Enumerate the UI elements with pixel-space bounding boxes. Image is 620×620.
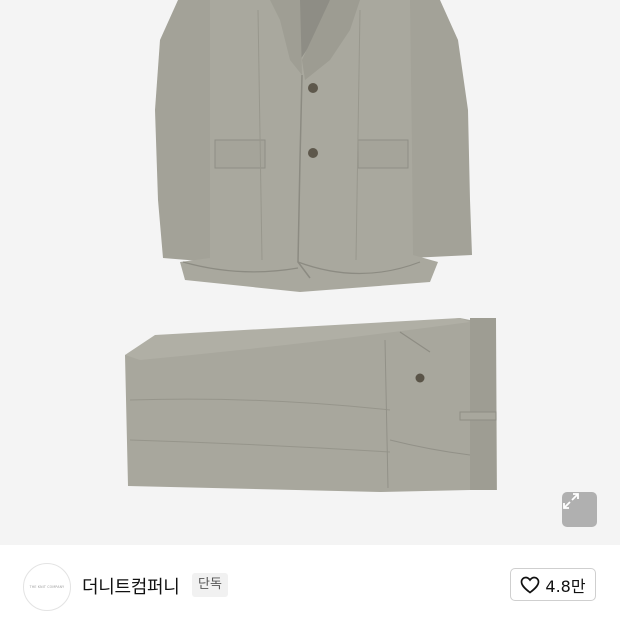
exclusive-badge: 단독 [192, 573, 228, 597]
expand-icon [563, 493, 579, 509]
suit-illustration [125, 0, 497, 492]
jacket [155, 0, 472, 292]
heart-icon [521, 576, 540, 594]
shop-logo-text: THE KNIT COMPANY [29, 585, 65, 589]
like-count: 4.8만 [545, 576, 586, 596]
like-button[interactable]: 4.8만 [510, 568, 596, 601]
trousers [125, 318, 497, 492]
shop-bar: THE KNIT COMPANY 더니트컴퍼니 단독 4.8만 [0, 545, 620, 620]
shop-name[interactable]: 더니트컴퍼니 [82, 573, 180, 599]
expand-button[interactable] [562, 492, 597, 527]
shop-logo[interactable]: THE KNIT COMPANY [23, 563, 71, 611]
product-image[interactable] [0, 0, 620, 545]
